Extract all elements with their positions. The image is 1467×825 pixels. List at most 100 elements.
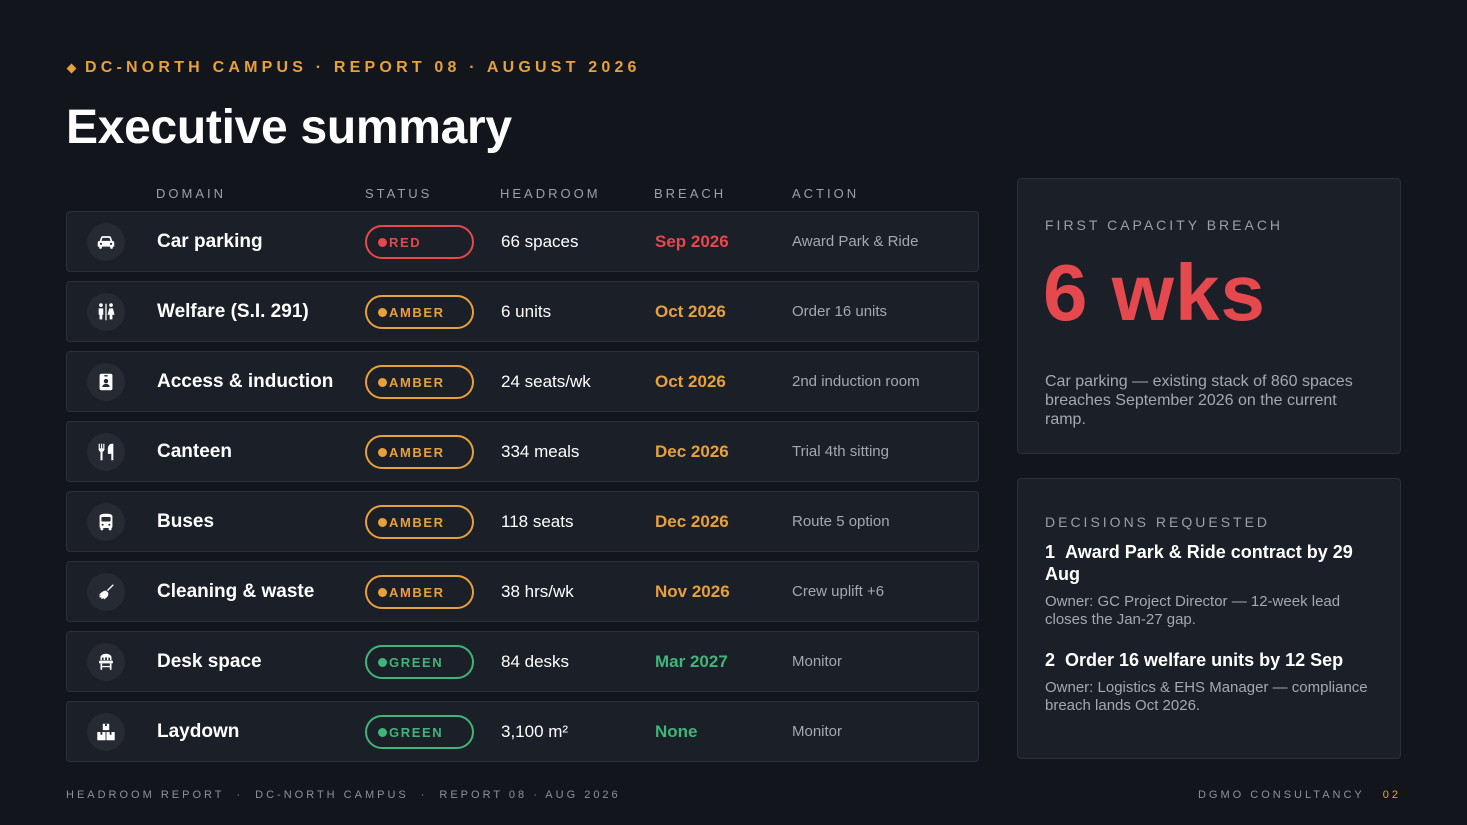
status-badge: AMBER [365, 575, 474, 609]
decision-1-text: Award Park & Ride contract by 29 Aug [1045, 542, 1353, 584]
column-header-status: STATUS [365, 186, 433, 201]
breach-date: Nov 2026 [655, 582, 730, 601]
first-breach-value: 6 wks [1043, 248, 1266, 337]
status-label: GREEN [389, 654, 444, 670]
status-badge: AMBER [365, 435, 474, 469]
column-header-breach: BREACH [654, 186, 727, 201]
id-badge-icon [87, 363, 125, 401]
action-text: Monitor [792, 723, 843, 740]
breach-date: Dec 2026 [655, 512, 729, 531]
first-breach-description: Car parking — existing stack of 860 spac… [1045, 373, 1353, 428]
table-row: Buses AMBER 118 seats Dec 2026 Route 5 optio… [66, 491, 979, 552]
footer-right: DGMO CONSULTANCY 02 [1198, 789, 1401, 801]
status-badge: AMBER [365, 365, 474, 399]
breach-date: None [655, 722, 698, 741]
table-row: Canteen AMBER 334 meals Dec 2026 Trial 4th s… [66, 421, 979, 482]
utensils-icon [87, 433, 125, 471]
footer-left: HEADROOM REPORT · DC-NORTH CAMPUS · REPORT 0… [66, 789, 621, 801]
diamond-icon [66, 63, 77, 73]
domain-access-induction: Access & induction [157, 371, 334, 392]
status-label: AMBER [389, 304, 445, 320]
decision-1-detail: Owner: GC Project Director — 12-week lea… [1045, 593, 1341, 628]
car-icon [87, 223, 125, 261]
headroom-value: 6 units [501, 302, 552, 321]
headroom-value: 38 hrs/wk [501, 582, 574, 601]
status-label: GREEN [389, 724, 444, 740]
bus-icon [87, 503, 125, 541]
status-dot [378, 377, 387, 387]
table-row: Car parking RED 66 spaces Sep 2026 Award Par… [66, 211, 979, 272]
column-header-action: ACTION [792, 186, 860, 201]
status-dot [378, 727, 387, 737]
footer-report-number: REPORT 08 · AUG 2026 [439, 789, 621, 801]
status-dot [378, 237, 387, 247]
footer-separator: · [236, 789, 244, 801]
decision-2-detail: Owner: Logistics & EHS Manager — complia… [1045, 679, 1368, 714]
breach-date: Oct 2026 [655, 372, 726, 391]
action-text: Order 16 units [792, 303, 888, 320]
breach-date: Dec 2026 [655, 442, 729, 461]
status-dot [378, 307, 387, 317]
status-label: AMBER [389, 584, 445, 600]
status-dot [378, 657, 387, 667]
chair-icon [87, 643, 125, 681]
table-row: Cleaning & waste AMBER 38 hrs/wk Nov 2026 Cr… [66, 561, 979, 622]
domain-desk-space: Desk space [157, 651, 262, 672]
table-row: Desk space GREEN 84 desks Mar 2027 Monitor [66, 631, 979, 692]
table-row: Welfare (S.I. 291) AMBER 6 units Oct 2026 Or… [66, 281, 979, 342]
status-label: AMBER [389, 374, 445, 390]
breach-date: Mar 2027 [655, 652, 728, 671]
decision-2-number: 2 [1045, 650, 1056, 670]
headroom-value: 24 seats/wk [501, 372, 591, 391]
column-header-domain: DOMAIN [156, 186, 226, 201]
report-eyebrow: DC-NORTH CAMPUS · REPORT 08 · AUGUST 202… [66, 59, 641, 77]
domain-cleaning-waste: Cleaning & waste [157, 581, 315, 602]
table-row: Laydown GREEN 3,100 m² None Monitor [66, 701, 979, 762]
headroom-value: 3,100 m² [501, 722, 569, 741]
status-dot [378, 517, 387, 527]
status-dot [378, 587, 387, 597]
domain-canteen: Canteen [157, 441, 232, 462]
action-text: Crew uplift +6 [792, 583, 885, 600]
status-badge: AMBER [365, 295, 474, 329]
headroom-value: 118 seats [501, 512, 574, 531]
headroom-value: 66 spaces [501, 232, 579, 251]
headroom-value: 334 meals [501, 442, 580, 461]
action-text: Monitor [792, 653, 843, 670]
footer-separator: · [420, 789, 428, 801]
decisions-label: DECISIONS REQUESTED [1045, 514, 1271, 530]
footer-company: DGMO CONSULTANCY [1197, 789, 1365, 801]
status-label: AMBER [389, 444, 445, 460]
footer-campus: DC-NORTH CAMPUS [255, 789, 409, 801]
page-title: Executive summary [66, 101, 512, 154]
status-badge: AMBER [365, 505, 474, 539]
action-text: Route 5 option [792, 513, 890, 530]
breach-date: Oct 2026 [655, 302, 726, 321]
column-header-headroom: HEADROOM [500, 186, 601, 201]
first-breach-label: FIRST CAPACITY BREACH [1045, 217, 1284, 233]
domain-laydown: Laydown [157, 721, 240, 742]
status-badge: GREEN [365, 715, 474, 749]
action-text: Award Park & Ride [792, 233, 919, 250]
status-badge: GREEN [365, 645, 474, 679]
table-row: Access & induction AMBER 24 seats/wk Oct 20… [66, 351, 979, 412]
domain-car-parking: Car parking [157, 231, 263, 252]
status-label: AMBER [389, 514, 445, 530]
status-label: RED [389, 234, 422, 250]
boxes-icon [87, 713, 125, 751]
first-breach-card: FIRST CAPACITY BREACH 6 wks Car parking … [1017, 178, 1401, 454]
headroom-value: 84 desks [501, 652, 570, 671]
decision-1-number: 1 [1045, 542, 1056, 562]
breach-date: Sep 2026 [655, 232, 729, 251]
decisions-card: DECISIONS REQUESTED 1 Award Park & Ride c… [1017, 478, 1401, 759]
restroom-icon [87, 293, 125, 331]
decision-2-text: Order 16 welfare units by 12 Sep [1065, 650, 1344, 670]
page-number: 02 [1382, 789, 1401, 801]
decision-1-title: 1 Award Park & Ride contract by 29 Aug [1045, 541, 1375, 585]
status-badge: RED [365, 225, 474, 259]
domain-welfare-s-i-291: Welfare (S.I. 291) [157, 301, 309, 322]
eyebrow-text: DC-NORTH CAMPUS · REPORT 08 · AUGUST 202… [85, 59, 641, 76]
decision-2-title: 2 Order 16 welfare units by 12 Sep [1045, 649, 1375, 671]
footer-report-name: HEADROOM REPORT [66, 789, 225, 801]
broom-icon [87, 573, 125, 611]
